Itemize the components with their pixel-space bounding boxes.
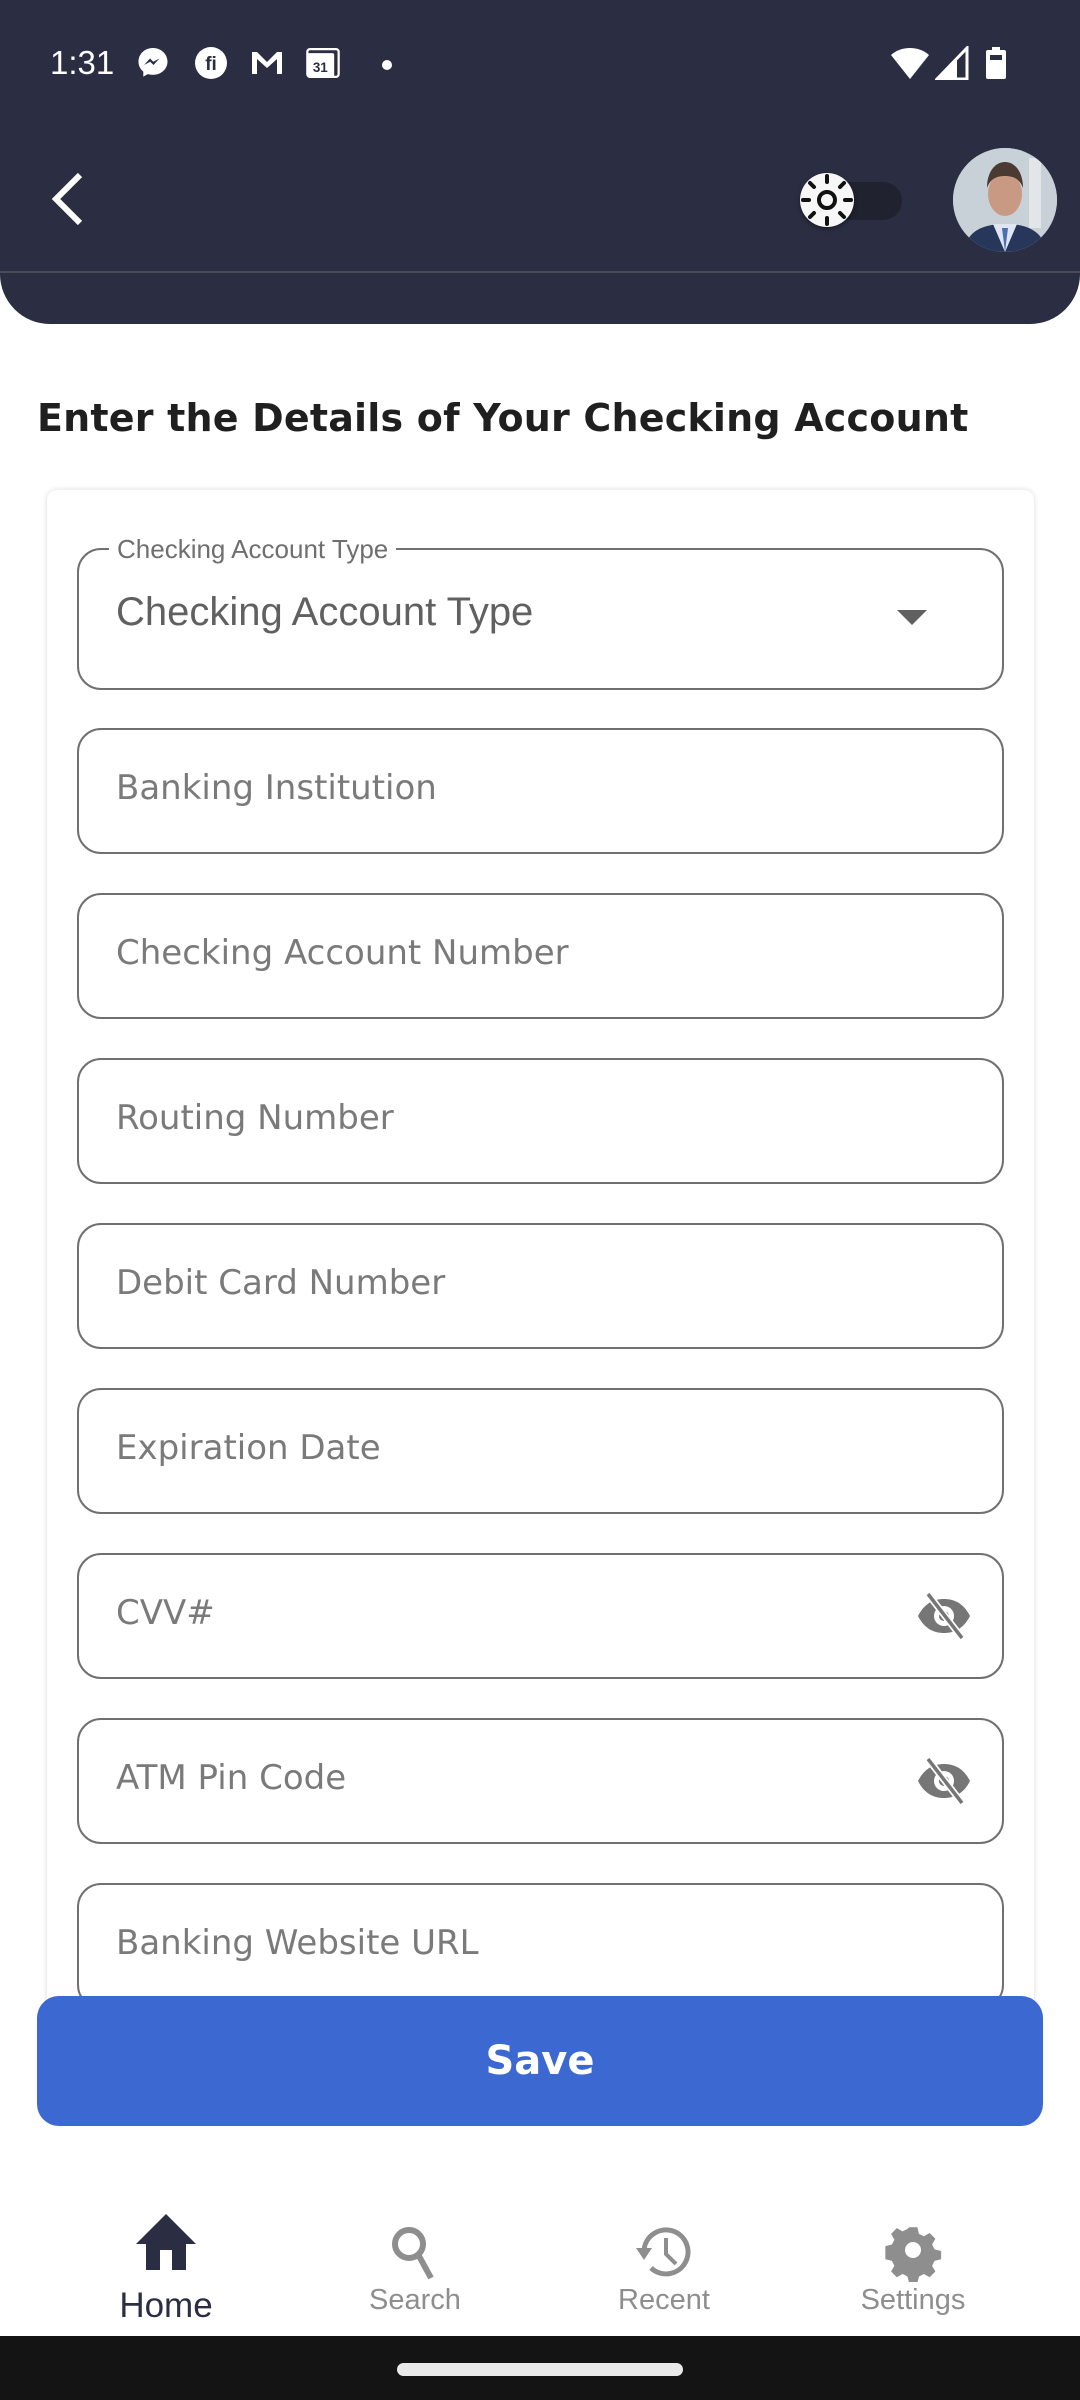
- home-icon: [136, 2214, 196, 2270]
- nav-label-home: Home: [119, 2286, 213, 2325]
- nav-recent[interactable]: Recent: [564, 2150, 764, 2336]
- atm-pin-input[interactable]: ATM Pin Code: [77, 1718, 1004, 1844]
- calendar-icon: 31: [306, 48, 340, 78]
- svg-text:31: 31: [313, 60, 328, 75]
- banking-institution-input[interactable]: Banking Institution: [77, 728, 1004, 854]
- avatar-photo: [953, 148, 1057, 252]
- cvv-input[interactable]: CVV#: [77, 1553, 1004, 1679]
- save-button[interactable]: Save: [37, 1996, 1043, 2126]
- field-placeholder: Banking Website URL: [116, 1923, 479, 1963]
- field-placeholder: Banking Institution: [116, 768, 437, 808]
- messenger-icon: [138, 48, 168, 77]
- caret-down-icon: [897, 610, 927, 625]
- user-avatar[interactable]: [953, 148, 1057, 252]
- account-type-select[interactable]: Checking Account Type Checking Account T…: [77, 534, 1004, 690]
- chevron-left-icon: [51, 172, 83, 226]
- status-bar: 1:31 fi 31: [0, 0, 1080, 130]
- page-title: Enter the Details of Your Checking Accou…: [37, 396, 969, 440]
- wifi-icon: [891, 48, 929, 79]
- field-placeholder: Routing Number: [116, 1098, 394, 1138]
- account-type-label: Checking Account Type: [109, 534, 397, 565]
- back-button[interactable]: [40, 165, 100, 235]
- theme-toggle[interactable]: [800, 173, 902, 229]
- routing-number-input[interactable]: Routing Number: [77, 1058, 1004, 1184]
- toggle-thumb: [800, 173, 854, 227]
- gmail-icon: [252, 52, 282, 74]
- fi-app-icon: fi: [195, 47, 227, 79]
- field-placeholder: Expiration Date: [116, 1428, 381, 1468]
- battery-icon: [986, 47, 1006, 79]
- nav-label-settings: Settings: [860, 2284, 966, 2316]
- nav-label-search: Search: [369, 2284, 461, 2316]
- sun-icon: [801, 174, 853, 226]
- save-label: Save: [485, 2038, 595, 2084]
- system-nav-bar: [0, 2336, 1080, 2400]
- banking-website-url-input[interactable]: Banking Website URL: [77, 1883, 1004, 2009]
- nav-home[interactable]: Home: [66, 2150, 266, 2336]
- header-divider: [0, 271, 1080, 273]
- account-number-input[interactable]: Checking Account Number: [77, 893, 1004, 1019]
- bottom-nav: Home Search Recent Settings: [0, 2150, 1080, 2336]
- account-type-value: Checking Account Type: [116, 590, 534, 634]
- cell-signal-icon: [935, 46, 969, 80]
- nav-search[interactable]: Search: [315, 2150, 515, 2336]
- eye-off-icon[interactable]: [916, 1591, 972, 1641]
- home-gesture-handle[interactable]: [397, 2363, 683, 2376]
- history-icon: [636, 2227, 691, 2277]
- expiration-date-input[interactable]: Expiration Date: [77, 1388, 1004, 1514]
- gear-icon: [885, 2227, 942, 2282]
- field-placeholder: CVV#: [116, 1593, 215, 1633]
- checking-account-form: Checking Account Type Checking Account T…: [47, 490, 1034, 2010]
- eye-off-icon[interactable]: [916, 1756, 972, 1806]
- status-time: 1:31: [50, 44, 115, 81]
- app-header: 1:31 fi 31: [0, 0, 1080, 324]
- field-placeholder: ATM Pin Code: [116, 1758, 347, 1798]
- svg-text:fi: fi: [205, 54, 217, 75]
- nav-label-recent: Recent: [618, 2284, 710, 2316]
- nav-settings[interactable]: Settings: [813, 2150, 1013, 2336]
- field-placeholder: Debit Card Number: [116, 1263, 446, 1303]
- search-icon: [392, 2227, 434, 2280]
- debit-card-number-input[interactable]: Debit Card Number: [77, 1223, 1004, 1349]
- field-placeholder: Checking Account Number: [116, 933, 569, 973]
- more-notifications-dot: [382, 60, 392, 70]
